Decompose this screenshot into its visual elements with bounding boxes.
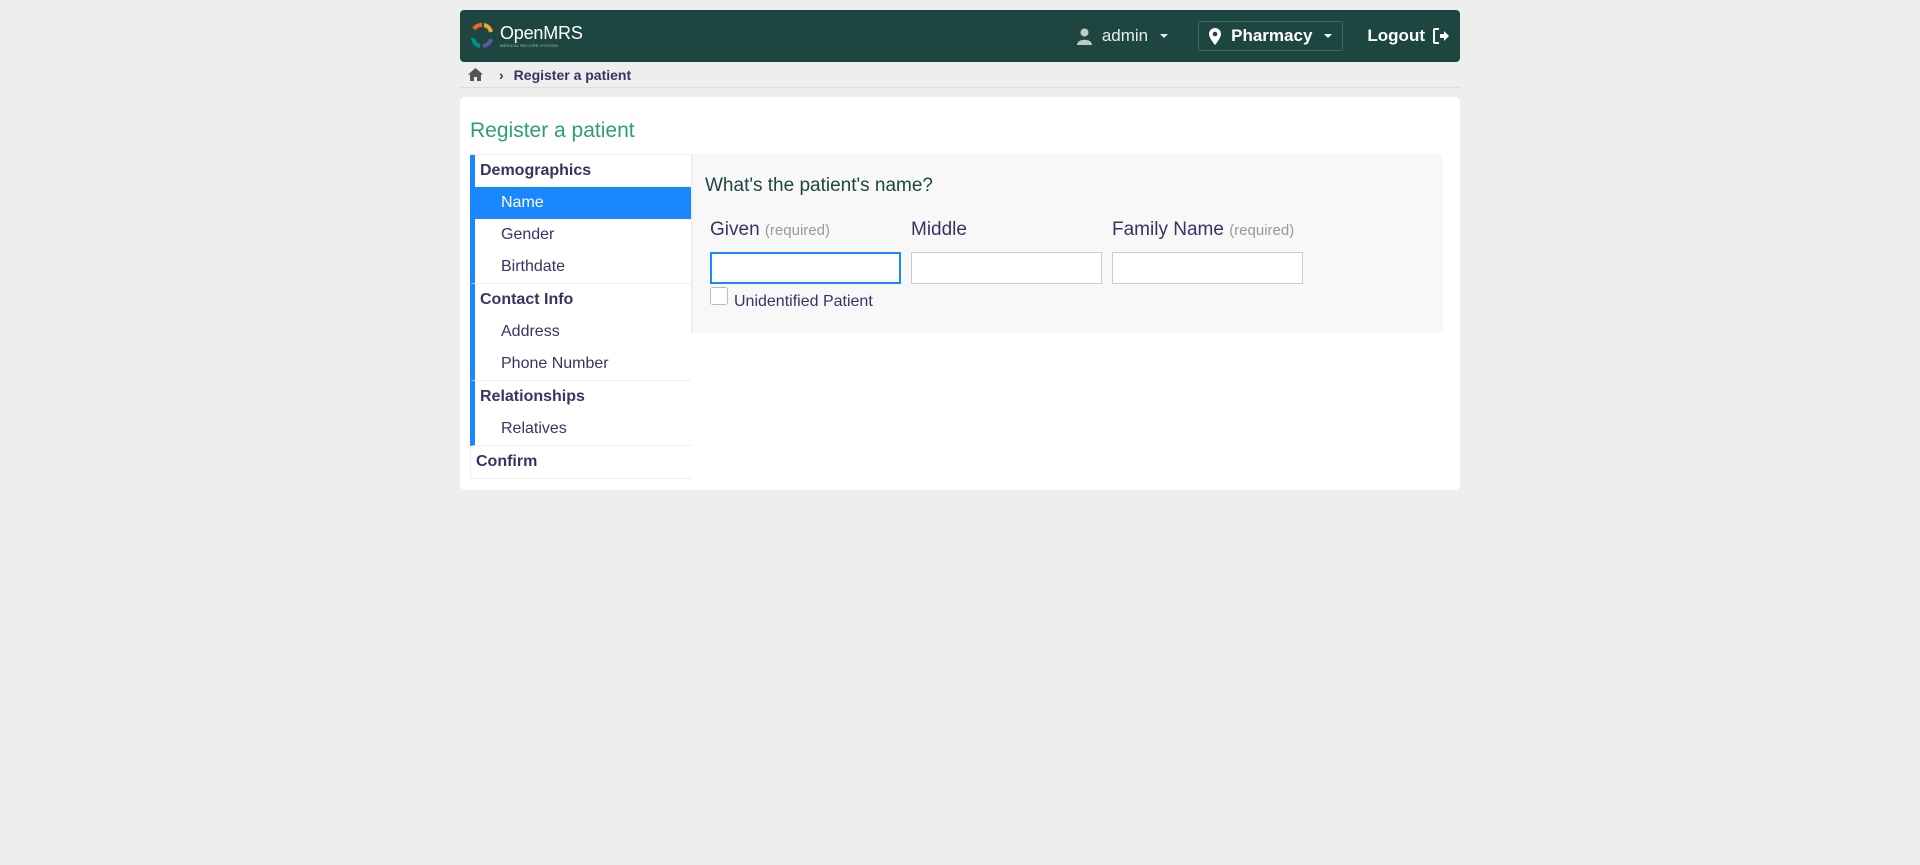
given-label-text: Given xyxy=(710,219,760,240)
nav-item-phone-number[interactable]: Phone Number xyxy=(475,348,691,380)
nav-section-confirm: Confirm xyxy=(470,446,691,479)
map-marker-icon xyxy=(1209,27,1222,45)
logo-text: OpenMRS xyxy=(500,23,583,43)
given-label: Given (required) xyxy=(710,219,901,243)
given-name-field: Given (required) xyxy=(710,219,901,284)
home-icon[interactable] xyxy=(468,68,483,81)
form-question: What's the patient's name? xyxy=(705,175,933,196)
middle-name-input[interactable] xyxy=(911,252,1102,284)
nav-item-relatives[interactable]: Relatives xyxy=(475,413,691,445)
logout-label: Logout xyxy=(1367,26,1425,45)
family-name-input[interactable] xyxy=(1112,252,1303,284)
nav-section-title[interactable]: Contact Info xyxy=(475,284,691,316)
logo-subtext: MEDICAL RECORD SYSTEM xyxy=(500,43,558,48)
family-label: Family Name (required) xyxy=(1112,219,1303,243)
nav-item-gender[interactable]: Gender xyxy=(475,219,691,251)
required-hint: (required) xyxy=(764,222,830,239)
page-title: Register a patient xyxy=(470,119,635,142)
main-card: Register a patient Demographics Name Gen… xyxy=(460,97,1460,490)
form-navigation: Demographics Name Gender Birthdate Conta… xyxy=(470,154,691,479)
middle-label: Middle xyxy=(911,219,967,240)
nav-section-contact-info: Contact Info Address Phone Number xyxy=(470,284,691,381)
content: Demographics Name Gender Birthdate Conta… xyxy=(470,154,1450,479)
nav-item-address[interactable]: Address xyxy=(475,316,691,348)
user-icon xyxy=(1076,28,1092,45)
page-wrapper: OpenMRS MEDICAL RECORD SYSTEM admin Phar… xyxy=(460,10,1460,490)
chevron-down-icon xyxy=(1160,34,1169,38)
sign-out-icon xyxy=(1433,28,1449,44)
breadcrumb-current: Register a patient xyxy=(513,66,632,83)
openmrs-logo-icon xyxy=(471,23,493,48)
unidentified-patient-option[interactable]: Unidentified Patient xyxy=(705,287,1431,311)
name-fields: Given (required) Middle Family Name (req… xyxy=(705,219,1431,284)
unidentified-patient-label: Unidentified Patient xyxy=(734,293,873,310)
header-actions: admin Pharmacy Logout xyxy=(1076,10,1450,62)
user-menu[interactable]: admin xyxy=(1076,26,1169,46)
location-name: Pharmacy xyxy=(1231,26,1313,45)
logout-link[interactable]: Logout xyxy=(1367,26,1450,46)
location-selector[interactable]: Pharmacy xyxy=(1198,21,1344,51)
openmrs-logo[interactable]: OpenMRS MEDICAL RECORD SYSTEM xyxy=(470,23,583,49)
top-header: OpenMRS MEDICAL RECORD SYSTEM admin Phar… xyxy=(460,10,1460,62)
family-name-field: Family Name (required) xyxy=(1112,219,1303,284)
required-hint: (required) xyxy=(1229,222,1295,239)
nav-section-demographics: Demographics Name Gender Birthdate xyxy=(470,155,691,284)
chevron-right-icon: › xyxy=(499,66,504,83)
breadcrumb: › Register a patient xyxy=(460,62,1460,88)
nav-item-birthdate[interactable]: Birthdate xyxy=(475,251,691,283)
nav-item-name[interactable]: Name xyxy=(475,187,691,219)
given-name-input[interactable] xyxy=(710,252,901,284)
nav-section-title[interactable]: Relationships xyxy=(475,381,691,413)
chevron-down-icon xyxy=(1324,34,1333,38)
nav-section-title[interactable]: Demographics xyxy=(475,155,691,187)
middle-name-field: Middle xyxy=(911,219,1102,284)
unidentified-patient-checkbox[interactable] xyxy=(710,287,728,305)
user-name: admin xyxy=(1101,26,1149,45)
nav-section-title[interactable]: Confirm xyxy=(471,446,691,478)
nav-section-relationships: Relationships Relatives xyxy=(470,381,691,446)
name-form: What's the patient's name? Given (requir… xyxy=(691,154,1443,333)
family-label-text: Family Name xyxy=(1112,219,1224,240)
